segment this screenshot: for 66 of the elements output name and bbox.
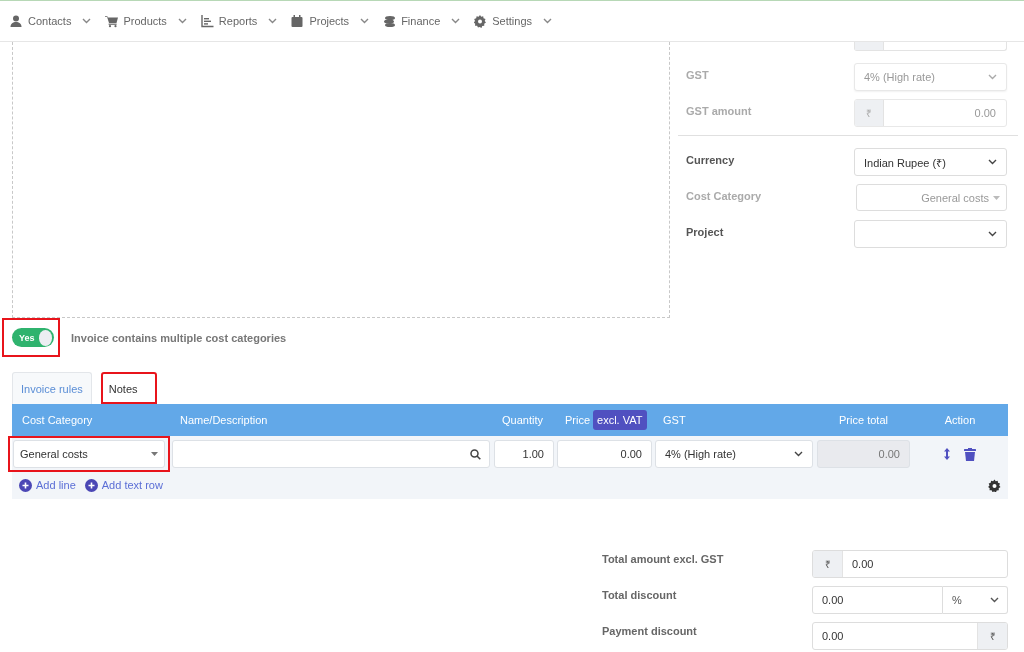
quantity-field[interactable]: 1.00 [494, 440, 554, 468]
chevron-icon [451, 18, 461, 24]
add-link[interactable]: Add line [19, 478, 76, 492]
tab[interactable]: Invoice rules [12, 372, 92, 404]
amount-field[interactable] [854, 42, 1007, 51]
column-header: Action [943, 414, 977, 426]
calendar-icon [291, 14, 305, 28]
column-header: Price total [838, 414, 889, 426]
gear-icon [474, 14, 488, 28]
chevron-icon [543, 18, 552, 24]
trash-icon[interactable] [964, 447, 976, 461]
settings-icon[interactable] [988, 478, 1001, 492]
chevron-icon [268, 18, 278, 24]
cost-category-select[interactable]: General costs [13, 440, 165, 468]
price-field[interactable]: 0.00 [557, 440, 652, 468]
select-field[interactable]: Indian Rupee (₹) [854, 148, 1007, 176]
nav-menu-item[interactable]: Finance [383, 14, 461, 28]
plus-circle-icon [19, 478, 32, 492]
caret-icon [151, 452, 158, 456]
chart-icon [200, 14, 214, 28]
nav-menu-item[interactable]: Products [105, 14, 187, 28]
total-label: Payment discount [602, 624, 698, 639]
caret-icon [993, 195, 1000, 200]
gst-select[interactable]: 4% (High rate) [655, 440, 813, 468]
column-header: Name/Description [179, 414, 269, 426]
nav-menu-item[interactable]: Contacts [10, 14, 92, 28]
plus-circle-icon [84, 478, 98, 492]
chevron-icon [990, 597, 999, 603]
person-icon [10, 14, 23, 28]
amount-field[interactable]: 0.00 ₹ [812, 622, 1008, 650]
chevron-icon [82, 18, 92, 24]
amount-field[interactable]: 0.00 [812, 586, 943, 614]
total-label: Total amount excl. GST [602, 552, 725, 567]
field-label: GST amount [686, 104, 753, 119]
select-field[interactable] [854, 220, 1007, 248]
column-header: Price [565, 414, 591, 426]
price-total-field: 0.00 [817, 440, 910, 468]
vertical-arrows-icon[interactable] [944, 448, 950, 460]
tab[interactable]: Notes [100, 372, 157, 404]
column-header: Quantity [501, 414, 544, 426]
field-label: Cost Category [686, 189, 763, 204]
chevron-icon [988, 231, 997, 237]
field-label: Project [686, 225, 725, 240]
nav-menu-item[interactable]: Settings [474, 14, 552, 28]
search-icon [470, 448, 481, 460]
total-label: Total discount [602, 588, 678, 603]
unit-select[interactable]: % [943, 586, 1008, 614]
chevron-icon [360, 18, 370, 24]
column-header: GST [662, 414, 687, 426]
add-link[interactable]: Add text row [84, 478, 163, 492]
amount-field[interactable]: ₹ 0.00 [812, 550, 1008, 578]
coins-icon [383, 14, 397, 28]
toggle-label: Invoice contains multiple cost categories [71, 331, 287, 344]
chevron-icon [794, 451, 803, 457]
cart-icon [105, 14, 119, 28]
column-header: Cost Category [21, 414, 94, 426]
chevron-icon [177, 18, 187, 24]
field-label: GST [686, 68, 710, 83]
field-label: Currency [686, 153, 736, 168]
nav-menu-item[interactable]: Reports [200, 14, 278, 28]
chevron-icon [988, 74, 997, 80]
description-field[interactable] [172, 440, 490, 468]
chevron-icon [988, 159, 997, 165]
price-mode-badge[interactable]: excl. VAT [593, 410, 647, 430]
nav-menu-item[interactable]: Projects [291, 14, 370, 28]
upload-drop-area[interactable] [12, 42, 670, 318]
